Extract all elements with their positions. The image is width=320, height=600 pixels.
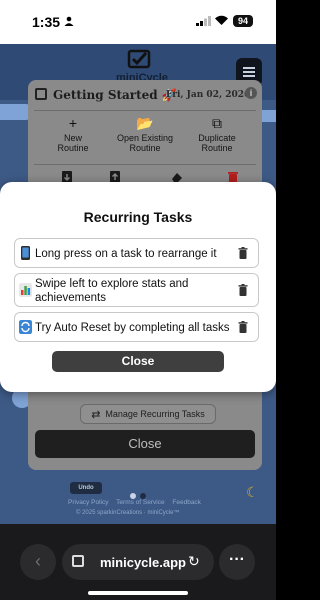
duplicate-routine-button[interactable]: ⧉ Duplicate Routine — [182, 116, 252, 153]
status-time: 1:35 — [32, 14, 61, 30]
manage-recurring-tasks-button[interactable]: ⇄ Manage Recurring Tasks — [80, 404, 216, 424]
wifi-icon — [215, 15, 228, 25]
panel-title: Getting Started 🚀 — [53, 88, 177, 102]
recurring-task-item[interactable]: Swipe left to explore stats and achievem… — [14, 273, 259, 307]
status-bar: 1:35 94 — [0, 0, 276, 44]
task-line: Try Auto Reset by completing all tasks — [35, 322, 230, 334]
phone-icon — [21, 246, 30, 260]
repeat-icon: ⇄ — [91, 408, 101, 421]
trash-icon[interactable] — [238, 247, 248, 259]
task-line: achievements — [35, 292, 106, 304]
feedback-link[interactable]: Feedback — [172, 499, 201, 506]
address-bar[interactable]: minicycle.app ↻ — [62, 544, 214, 580]
chevron-left-icon: ‹ — [35, 551, 41, 571]
browser-toolbar: ‹ minicycle.app ↻ ··· — [0, 524, 276, 600]
new-routine-button[interactable]: + New Routine — [38, 116, 108, 153]
checkbox-icon — [35, 88, 47, 100]
divider — [34, 164, 256, 165]
tabs-icon[interactable] — [72, 555, 84, 567]
person-icon — [64, 16, 74, 26]
divider — [34, 110, 256, 111]
terms-of-service-link[interactable]: Terms of Service — [116, 499, 164, 506]
footer-links: Privacy Policy Terms of Service Feedback — [68, 499, 207, 506]
modal-close-button[interactable]: Close — [52, 351, 224, 372]
open-routine-label-2: Routine — [129, 143, 161, 153]
duplicate-icon: ⧉ — [212, 115, 222, 131]
more-dots-icon: ··· — [229, 551, 245, 568]
task-text: Swipe left to explore stats and achievem… — [35, 277, 188, 305]
minicycle-logo-icon — [127, 49, 151, 69]
task-line: Swipe left to explore stats and — [35, 278, 189, 290]
open-routine-button[interactable]: 📂 Open Existing Routine — [110, 116, 180, 153]
repeat-icon — [19, 320, 32, 334]
url-text: minicycle.app — [100, 555, 186, 570]
privacy-policy-link[interactable]: Privacy Policy — [68, 499, 108, 506]
copyright-text: © 2025 sparkinCreations · miniCycle™ — [76, 510, 180, 516]
duplicate-routine-label-2: Routine — [201, 143, 233, 153]
panel-date: Fri, Jan 02, 2026 — [166, 90, 251, 100]
panel-header: Getting Started 🚀 Fri, Jan 02, 2026 i — [28, 80, 262, 110]
info-icon[interactable]: i — [245, 87, 257, 99]
recurring-tasks-modal: Recurring Tasks Long press on a task to … — [0, 182, 276, 392]
folder-open-icon: 📂 — [136, 115, 154, 131]
plus-icon: + — [68, 115, 78, 131]
new-routine-label-2: Routine — [57, 143, 89, 153]
undo-button[interactable]: Undo — [70, 482, 102, 494]
side-decor-left — [0, 104, 30, 120]
modal-title: Recurring Tasks — [83, 209, 193, 225]
new-routine-label-1: New — [63, 133, 82, 143]
moon-icon[interactable]: ☾ — [246, 484, 259, 501]
reload-icon[interactable]: ↻ — [188, 553, 200, 570]
battery-indicator: 94 — [233, 15, 253, 27]
recurring-task-item[interactable]: Try Auto Reset by completing all tasks — [14, 312, 259, 342]
manage-recurring-tasks-label: Manage Recurring Tasks — [105, 409, 205, 419]
panel-close-button[interactable]: Close — [35, 430, 255, 458]
signal-icon — [196, 16, 211, 26]
open-routine-label-1: Open Existing — [116, 133, 174, 143]
recurring-task-item[interactable]: Long press on a task to rearrange it — [14, 238, 259, 268]
trash-icon[interactable] — [238, 284, 248, 296]
back-button[interactable]: ‹ — [20, 544, 56, 580]
task-line: Long press on a task to rearrange it — [35, 248, 217, 260]
bar-chart-icon — [19, 283, 32, 297]
task-text: Try Auto Reset by completing all tasks — [35, 321, 230, 335]
duplicate-routine-label-1: Duplicate — [198, 133, 236, 143]
more-button[interactable]: ··· — [219, 544, 255, 580]
home-indicator — [88, 591, 188, 595]
trash-icon[interactable] — [238, 321, 248, 333]
task-text: Long press on a task to rearrange it — [35, 247, 217, 261]
